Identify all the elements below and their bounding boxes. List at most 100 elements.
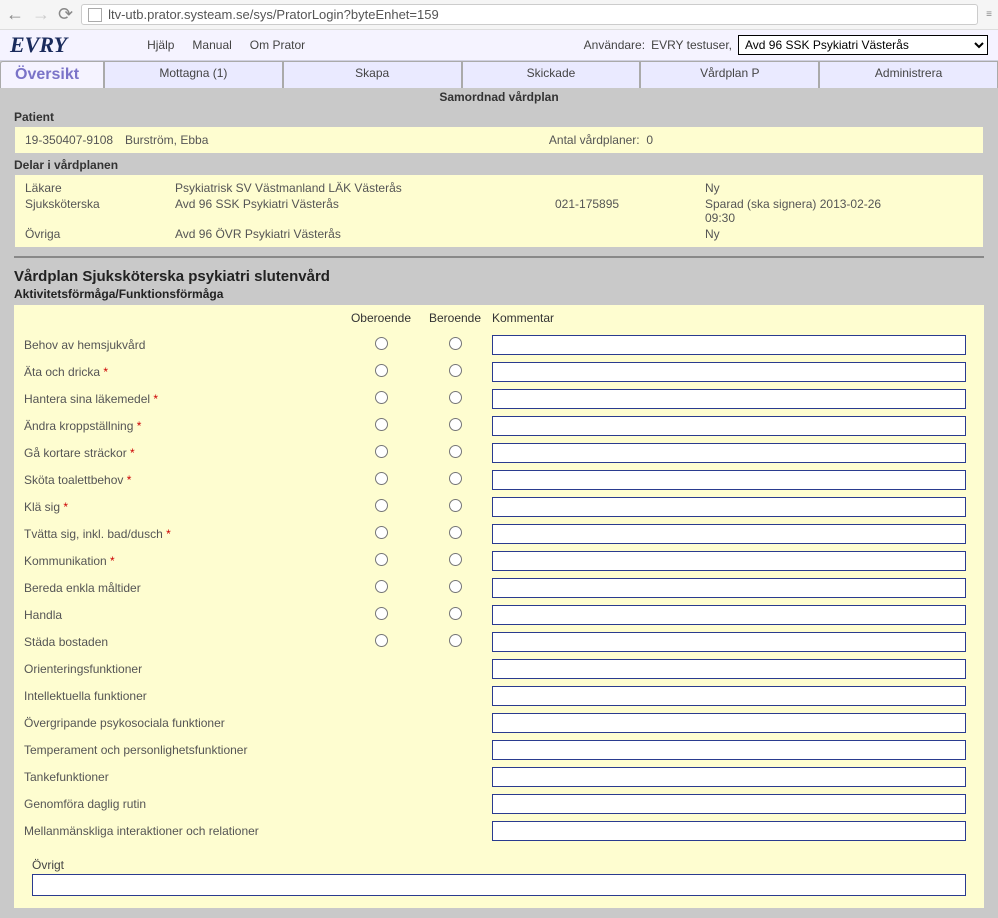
radio-oberoende[interactable] [375, 499, 388, 512]
form-row: Mellanmänskliga interaktioner och relati… [14, 817, 984, 844]
part-phone [555, 227, 705, 241]
app-header: EVRY Hjälp Manual Om Prator Användare: E… [0, 30, 998, 61]
kommentar-input[interactable] [492, 713, 966, 733]
radio-oberoende[interactable] [375, 445, 388, 458]
kommentar-input[interactable] [492, 416, 966, 436]
part-status: Ny [705, 227, 905, 241]
form-row: Städa bostaden [14, 628, 984, 655]
row-label: Klä sig * [24, 500, 344, 514]
kommentar-input[interactable] [492, 524, 966, 544]
kommentar-input[interactable] [492, 335, 966, 355]
tab-create[interactable]: Skapa [283, 61, 462, 88]
kommentar-input[interactable] [492, 578, 966, 598]
radio-oberoende[interactable] [375, 364, 388, 377]
radio-oberoende[interactable] [375, 580, 388, 593]
radio-oberoende[interactable] [375, 472, 388, 485]
menu-help[interactable]: Hjälp [147, 38, 174, 52]
reload-button[interactable]: ⟳ [58, 4, 73, 25]
radio-beroende[interactable] [449, 364, 462, 377]
tab-sent[interactable]: Skickade [462, 61, 641, 88]
radio-beroende[interactable] [449, 607, 462, 620]
kommentar-input[interactable] [492, 605, 966, 625]
kommentar-input[interactable] [492, 740, 966, 760]
form-row: Behov av hemsjukvård [14, 331, 984, 358]
part-role: Läkare [25, 181, 175, 195]
radio-beroende[interactable] [449, 526, 462, 539]
radio-oberoende[interactable] [375, 526, 388, 539]
row-label: Äta och dricka * [24, 365, 344, 379]
radio-beroende[interactable] [449, 445, 462, 458]
tab-received[interactable]: Mottagna (1) [104, 61, 283, 88]
kommentar-input[interactable] [492, 821, 966, 841]
radio-beroende[interactable] [449, 472, 462, 485]
radio-beroende[interactable] [449, 391, 462, 404]
row-label: Handla [24, 608, 344, 622]
radio-oberoende[interactable] [375, 391, 388, 404]
kommentar-input[interactable] [492, 686, 966, 706]
radio-beroende[interactable] [449, 634, 462, 647]
ovrigt-input[interactable] [32, 874, 966, 896]
kommentar-input[interactable] [492, 470, 966, 490]
kommentar-input[interactable] [492, 443, 966, 463]
unit-select[interactable]: Avd 96 SSK Psykiatri Västerås [738, 35, 988, 55]
patient-box: 19-350407-9108 Burström, Ebba Antal vård… [14, 126, 984, 154]
part-phone [555, 181, 705, 195]
form-row: Handla [14, 601, 984, 628]
parts-box: LäkarePsykiatrisk SV Västmanland LÄK Väs… [14, 174, 984, 248]
browser-toolbar: ← → ⟳ ltv-utb.prator.systeam.se/sys/Prat… [0, 0, 998, 30]
patient-name: Burström, Ebba [125, 133, 208, 147]
radio-oberoende[interactable] [375, 418, 388, 431]
tab-careplan[interactable]: Vårdplan P [640, 61, 819, 88]
form-row: Temperament och personlighetsfunktioner [14, 736, 984, 763]
form-row: Genomföra daglig rutin [14, 790, 984, 817]
row-label: Genomföra daglig rutin [24, 797, 344, 811]
form-row: Bereda enkla måltider [14, 574, 984, 601]
divider [14, 256, 984, 258]
back-button[interactable]: ← [6, 4, 24, 25]
kommentar-input[interactable] [492, 551, 966, 571]
radio-beroende[interactable] [449, 553, 462, 566]
kommentar-input[interactable] [492, 497, 966, 517]
forward-button[interactable]: → [32, 4, 50, 25]
content-area: Patient 19-350407-9108 Burström, Ebba An… [0, 106, 998, 918]
radio-beroende[interactable] [449, 418, 462, 431]
row-label: Behov av hemsjukvård [24, 338, 344, 352]
radio-beroende[interactable] [449, 499, 462, 512]
col-oberoende: Oberoende [344, 311, 418, 325]
required-marker: * [63, 500, 68, 514]
top-menu: Hjälp Manual Om Prator [147, 38, 305, 52]
form-title: Vårdplan Sjuksköterska psykiatri slutenv… [0, 262, 998, 287]
radio-oberoende[interactable] [375, 553, 388, 566]
tab-overview[interactable]: Översikt [0, 61, 104, 88]
radio-oberoende[interactable] [375, 337, 388, 350]
kommentar-input[interactable] [492, 767, 966, 787]
kommentar-input[interactable] [492, 632, 966, 652]
chevron-down-icon[interactable]: ≡ [986, 9, 992, 20]
required-marker: * [153, 392, 158, 406]
kommentar-input[interactable] [492, 659, 966, 679]
kommentar-input[interactable] [492, 794, 966, 814]
kommentar-input[interactable] [492, 362, 966, 382]
form-subtitle: Aktivitetsförmåga/Funktionsförmåga [0, 287, 998, 305]
radio-beroende[interactable] [449, 580, 462, 593]
col-beroende: Beroende [418, 311, 492, 325]
part-status: Ny [705, 181, 905, 195]
tab-admin[interactable]: Administrera [819, 61, 998, 88]
form-header: Oberoende Beroende Kommentar [14, 311, 984, 331]
part-unit: Avd 96 ÖVR Psykiatri Västerås [175, 227, 555, 241]
user-label: Användare: [584, 38, 645, 52]
part-unit: Avd 96 SSK Psykiatri Västerås [175, 197, 555, 225]
row-label: Intellektuella funktioner [24, 689, 344, 703]
kommentar-input[interactable] [492, 389, 966, 409]
url-bar[interactable]: ltv-utb.prator.systeam.se/sys/PratorLogi… [81, 4, 978, 25]
part-role: Övriga [25, 227, 175, 241]
radio-oberoende[interactable] [375, 634, 388, 647]
form-row: Sköta toalettbehov * [14, 466, 984, 493]
menu-manual[interactable]: Manual [192, 38, 231, 52]
row-label: Tvätta sig, inkl. bad/dusch * [24, 527, 344, 541]
url-text: ltv-utb.prator.systeam.se/sys/PratorLogi… [108, 7, 439, 22]
radio-beroende[interactable] [449, 337, 462, 350]
required-marker: * [166, 527, 171, 541]
radio-oberoende[interactable] [375, 607, 388, 620]
menu-about[interactable]: Om Prator [250, 38, 305, 52]
